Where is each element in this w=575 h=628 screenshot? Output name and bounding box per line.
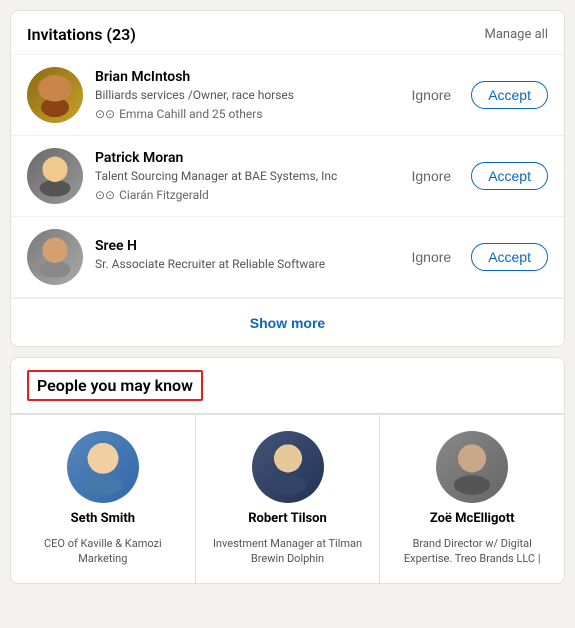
- pymk-person-robert[interactable]: Robert Tilson Investment Manager at Tilm…: [196, 415, 381, 583]
- avatar-patrick: [27, 148, 83, 204]
- invitation-info-brian: Brian McIntosh Billiards services /Owner…: [95, 69, 391, 122]
- accept-button-sree[interactable]: Accept: [471, 243, 548, 271]
- pymk-header: People you may know: [11, 358, 564, 414]
- mutual-connection-patrick: ⊙⊙ Ciarán Fitzgerald: [95, 188, 391, 202]
- pymk-person-zoe[interactable]: Zoë McElligott Brand Director w/ Digital…: [380, 415, 564, 583]
- accept-button-patrick[interactable]: Accept: [471, 162, 548, 190]
- invitation-title-patrick: Talent Sourcing Manager at BAE Systems, …: [95, 168, 391, 185]
- invitation-actions-brian: Ignore Accept: [403, 81, 548, 109]
- invitation-info-patrick: Patrick Moran Talent Sourcing Manager at…: [95, 150, 391, 203]
- invitation-info-sree: Sree H Sr. Associate Recruiter at Reliab…: [95, 238, 391, 277]
- pymk-title: People you may know: [27, 370, 203, 401]
- pymk-card: People you may know Seth Smith CEO of Ka…: [10, 357, 565, 584]
- pymk-role-seth: CEO of Kaville & Kamozi Marketing: [23, 536, 183, 567]
- invitation-name-brian: Brian McIntosh: [95, 69, 391, 85]
- manage-all-link[interactable]: Manage all: [485, 27, 548, 42]
- invitation-title-sree: Sr. Associate Recruiter at Reliable Soft…: [95, 256, 391, 273]
- invitation-name-patrick: Patrick Moran: [95, 150, 391, 166]
- pymk-person-seth[interactable]: Seth Smith CEO of Kaville & Kamozi Marke…: [11, 415, 196, 583]
- accept-button-brian[interactable]: Accept: [471, 81, 548, 109]
- ignore-button-brian[interactable]: Ignore: [403, 83, 459, 107]
- invitation-item-patrick: Patrick Moran Talent Sourcing Manager at…: [11, 136, 564, 217]
- invitations-header: Invitations (23) Manage all: [11, 11, 564, 55]
- connection-icon: ⊙⊙: [95, 107, 115, 121]
- pymk-role-robert: Investment Manager at Tilman Brewin Dolp…: [208, 536, 368, 567]
- invitations-card: Invitations (23) Manage all Brian McInto…: [10, 10, 565, 347]
- avatar-brian: [27, 67, 83, 123]
- invitation-actions-patrick: Ignore Accept: [403, 162, 548, 190]
- invitation-name-sree: Sree H: [95, 238, 391, 254]
- ignore-button-sree[interactable]: Ignore: [403, 245, 459, 269]
- show-more-button[interactable]: Show more: [250, 315, 325, 331]
- avatar-sree: [27, 229, 83, 285]
- pymk-name-robert: Robert Tilson: [248, 511, 327, 528]
- invitation-actions-sree: Ignore Accept: [403, 243, 548, 271]
- pymk-grid: Seth Smith CEO of Kaville & Kamozi Marke…: [11, 414, 564, 583]
- show-more-section: Show more: [11, 298, 564, 346]
- pymk-avatar-robert: [252, 431, 324, 503]
- invitation-item-brian: Brian McIntosh Billiards services /Owner…: [11, 55, 564, 136]
- pymk-role-zoe: Brand Director w/ Digital Expertise. Tre…: [392, 536, 552, 567]
- pymk-name-zoe: Zoë McElligott: [430, 511, 515, 528]
- invitation-title-brian: Billiards services /Owner, race horses: [95, 87, 391, 104]
- pymk-name-seth: Seth Smith: [71, 511, 135, 528]
- connection-icon-patrick: ⊙⊙: [95, 188, 115, 202]
- pymk-avatar-zoe: [436, 431, 508, 503]
- mutual-connection-brian: ⊙⊙ Emma Cahill and 25 others: [95, 107, 391, 121]
- invitations-title: Invitations (23): [27, 25, 136, 44]
- pymk-avatar-seth: [67, 431, 139, 503]
- invitation-item-sree: Sree H Sr. Associate Recruiter at Reliab…: [11, 217, 564, 298]
- ignore-button-patrick[interactable]: Ignore: [403, 164, 459, 188]
